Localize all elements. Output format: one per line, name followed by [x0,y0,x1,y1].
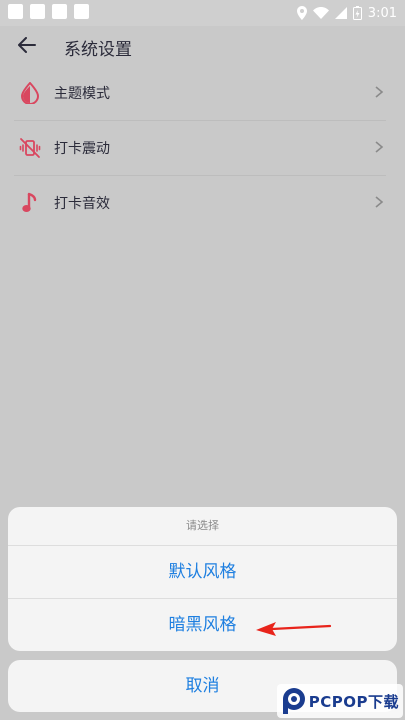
chevron-right-icon [375,196,384,208]
chevron-right-icon [375,141,384,153]
option-dark-style[interactable]: 暗黑风格 [8,599,397,651]
settings-item-vibration[interactable]: 打卡震动 [14,121,386,175]
wifi-icon [312,7,329,19]
settings-item-theme[interactable]: 主题模式 [14,66,386,120]
status-bar: 3:01 [0,0,405,26]
annotation-arrow [256,622,332,636]
notification-icon [74,4,89,19]
music-note-icon [18,191,42,215]
theme-drop-icon [18,81,42,105]
option-default-style[interactable]: 默认风格 [8,546,397,598]
battery-icon [352,6,362,20]
action-sheet-title: 请选择 [186,519,219,532]
arrow-left-icon [18,37,36,53]
location-icon [296,6,307,20]
notification-icon [8,4,23,19]
page-title: 系统设置 [64,40,132,60]
app-bar: 系统设置 [0,26,405,68]
settings-item-label: 打卡音效 [54,196,110,212]
clock: 3:01 [367,5,397,21]
settings-item-sound[interactable]: 打卡音效 [14,176,386,230]
action-sheet: 请选择 默认风格 暗黑风格 [8,507,397,651]
vibrate-off-icon [18,136,42,160]
notification-icon [30,4,45,19]
signal-icon [334,7,347,19]
watermark-text: PCPOP下载 [308,692,399,711]
pcpop-logo-icon [282,688,305,714]
chevron-right-icon [375,86,384,98]
settings-item-label: 打卡震动 [54,141,110,157]
back-button[interactable] [14,32,40,58]
notification-icon [52,4,67,19]
watermark: PCPOP下载 [276,684,403,718]
settings-item-label: 主题模式 [54,86,110,102]
